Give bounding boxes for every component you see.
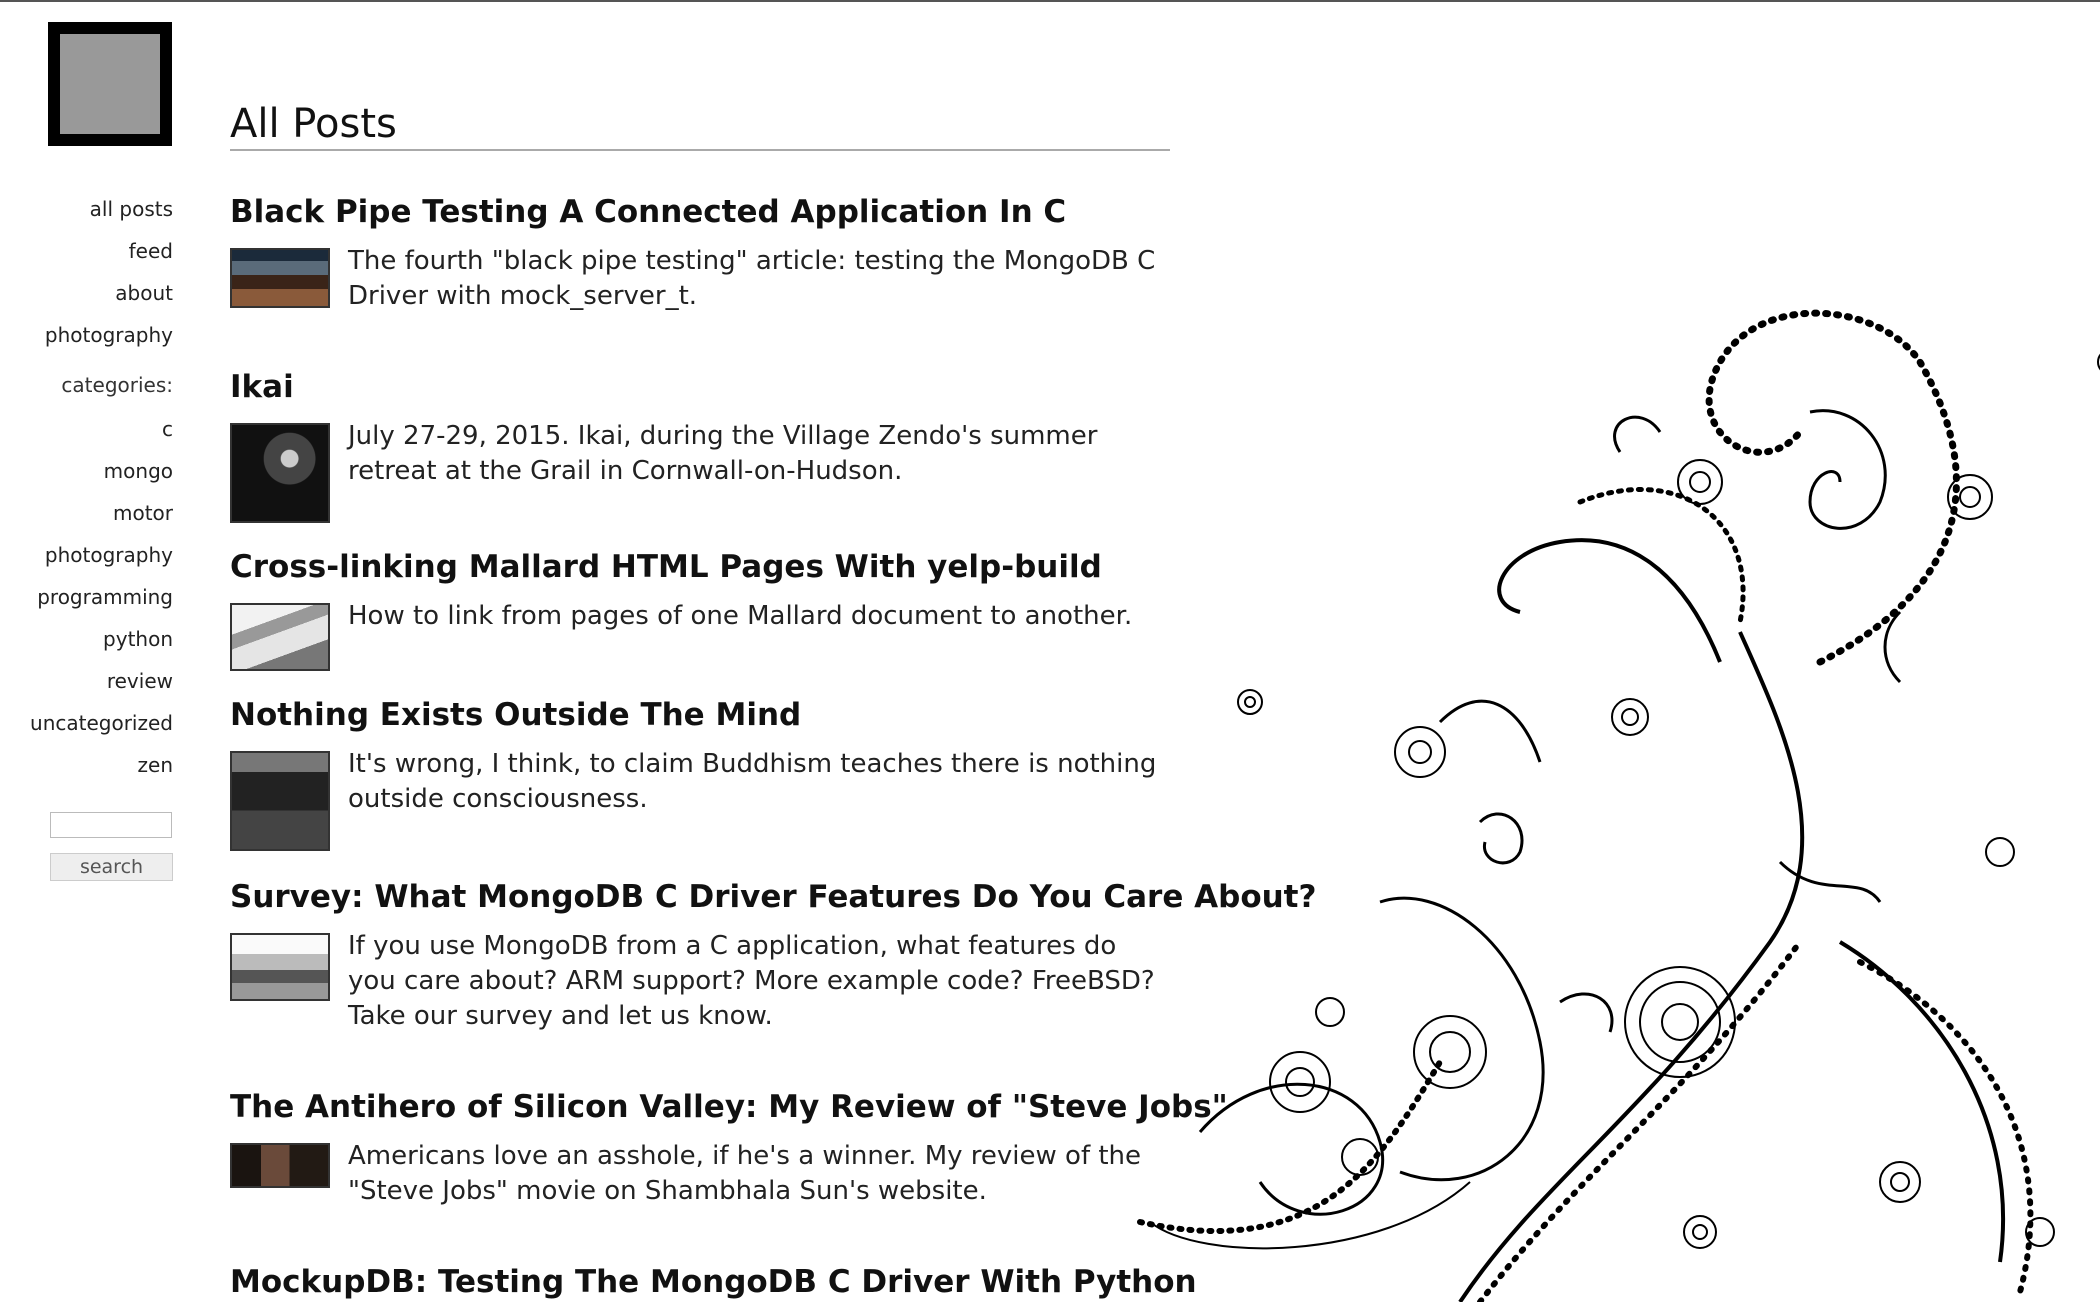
post-thumbnail[interactable]	[230, 423, 330, 523]
sidebar-nav: all posts feed about photography categor…	[0, 192, 173, 790]
post-title[interactable]: MockupDB: Testing The MongoDB C Driver W…	[230, 1262, 1197, 1302]
category-programming[interactable]: programming	[0, 580, 173, 622]
nav-all-posts[interactable]: all posts	[0, 192, 173, 234]
category-review[interactable]: review	[0, 664, 173, 706]
nav-feed[interactable]: feed	[0, 234, 173, 276]
post-title[interactable]: Cross-linking Mallard HTML Pages With ye…	[230, 547, 1170, 587]
paisley-ornament	[1137, 309, 2100, 1302]
post-title[interactable]: Ikai	[230, 367, 1170, 407]
post-item: Cross-linking Mallard HTML Pages With ye…	[230, 547, 1170, 671]
search-button[interactable]: search	[50, 853, 173, 881]
page-title: All Posts	[230, 99, 1170, 151]
post-thumbnail[interactable]	[230, 248, 330, 308]
post-excerpt: How to link from pages of one Mallard do…	[348, 601, 1133, 631]
post-item: Survey: What MongoDB C Driver Features D…	[230, 877, 1316, 1034]
post-excerpt: Americans love an asshole, if he's a win…	[348, 1141, 1142, 1206]
post-item: Nothing Exists Outside The Mind It's wro…	[230, 695, 1170, 851]
post-thumbnail[interactable]	[230, 603, 330, 671]
post-item: The Antihero of Silicon Valley: My Revie…	[230, 1087, 1228, 1209]
category-zen[interactable]: zen	[0, 748, 173, 790]
post-excerpt: July 27-29, 2015. Ikai, during the Villa…	[348, 421, 1098, 486]
category-mongo[interactable]: mongo	[0, 454, 173, 496]
post-item: Black Pipe Testing A Connected Applicati…	[230, 192, 1170, 314]
post-thumbnail[interactable]	[230, 751, 330, 851]
logo-image	[60, 34, 160, 134]
category-uncategorized[interactable]: uncategorized	[0, 706, 173, 748]
post-thumbnail[interactable]	[230, 1143, 330, 1188]
nav-photography[interactable]: photography	[0, 318, 173, 360]
search-input[interactable]	[50, 812, 172, 838]
nav-about[interactable]: about	[0, 276, 173, 318]
post-item: MockupDB: Testing The MongoDB C Driver W…	[230, 1262, 1197, 1302]
category-photography[interactable]: photography	[0, 538, 173, 580]
category-motor[interactable]: motor	[0, 496, 173, 538]
category-python[interactable]: python	[0, 622, 173, 664]
site-logo[interactable]	[48, 22, 172, 146]
post-title[interactable]: Black Pipe Testing A Connected Applicati…	[230, 192, 1170, 232]
post-excerpt: If you use MongoDB from a C application,…	[348, 931, 1155, 1031]
post-excerpt: The fourth "black pipe testing" article:…	[348, 246, 1156, 311]
post-item: Ikai July 27-29, 2015. Ikai, during the …	[230, 367, 1170, 523]
post-title[interactable]: Nothing Exists Outside The Mind	[230, 695, 1170, 735]
post-title[interactable]: The Antihero of Silicon Valley: My Revie…	[230, 1087, 1228, 1127]
category-c[interactable]: c	[0, 412, 173, 454]
post-excerpt: It's wrong, I think, to claim Buddhism t…	[348, 749, 1157, 814]
categories-label: categories:	[61, 373, 173, 397]
post-title[interactable]: Survey: What MongoDB C Driver Features D…	[230, 877, 1316, 917]
post-thumbnail[interactable]	[230, 933, 330, 1001]
